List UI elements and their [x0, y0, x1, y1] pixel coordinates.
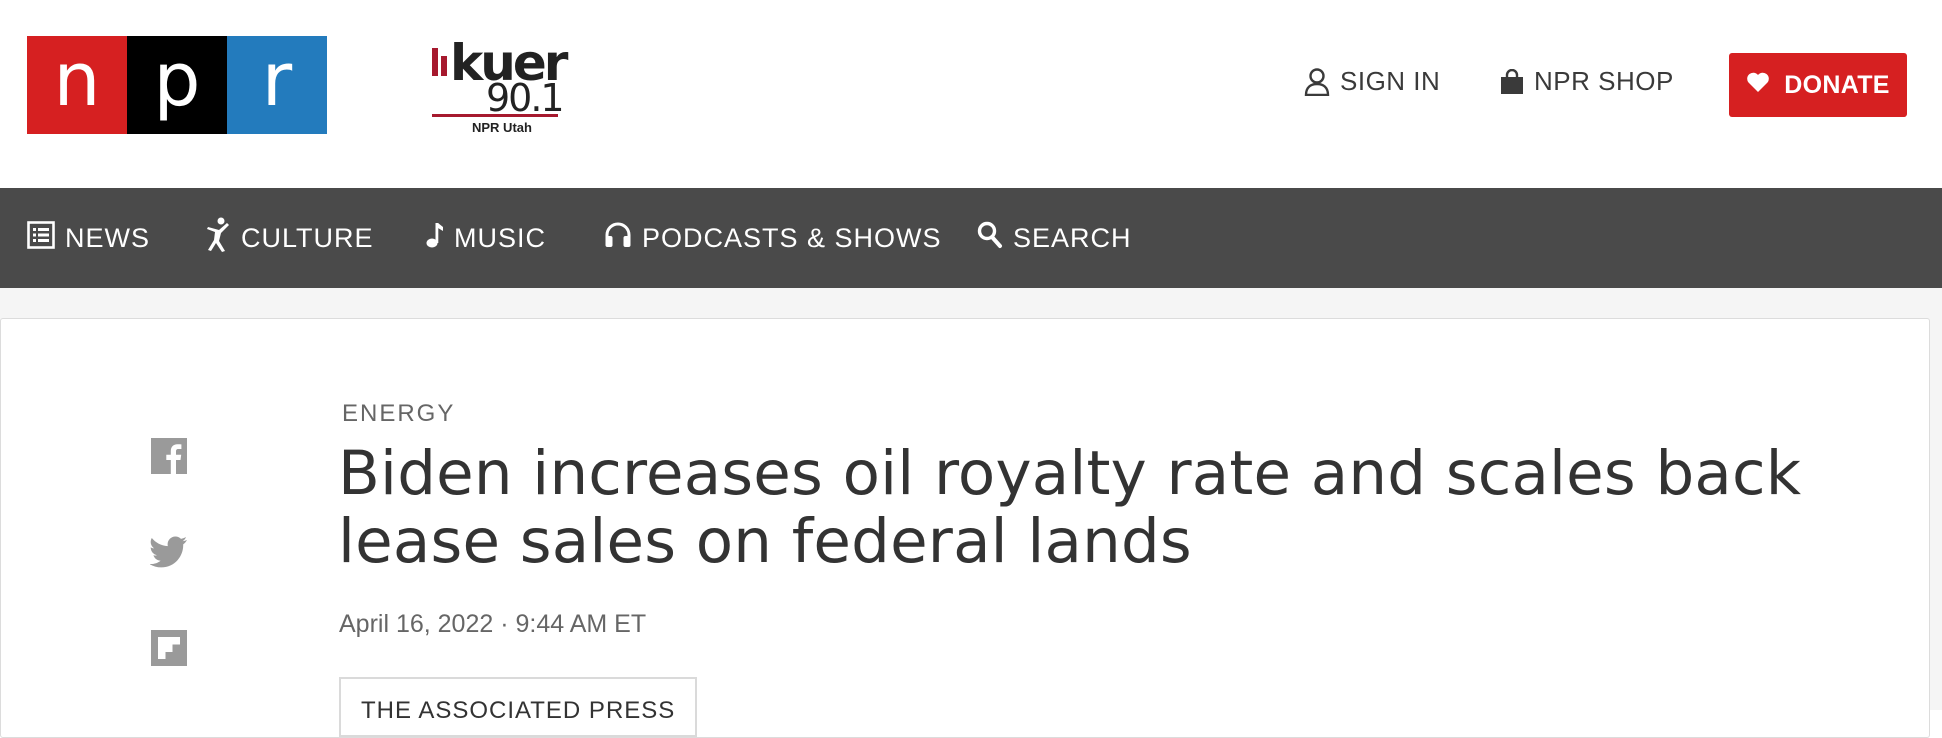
news-list-icon	[27, 220, 55, 256]
npr-logo-p: p	[127, 36, 227, 134]
nav-item-label: MUSIC	[454, 222, 546, 253]
nav-item-culture[interactable]: CULTURE	[205, 188, 374, 288]
nav-item-label: PODCASTS & SHOWS	[642, 222, 942, 253]
primary-nav: NEWS CULTURE MUSIC PODCASTS & SHOWS SEAR…	[0, 188, 1942, 288]
npr-logo-r: r	[227, 36, 327, 134]
heart-icon	[1746, 71, 1770, 100]
article-byline: THE ASSOCIATED PRESS	[339, 677, 698, 737]
dancer-icon	[205, 217, 231, 260]
station-logo-tagline: NPR Utah	[472, 120, 532, 135]
sign-in-label: SIGN IN	[1340, 66, 1441, 96]
twitter-icon	[149, 536, 188, 573]
flipboard-icon	[151, 629, 187, 671]
npr-shop-link[interactable]: NPR SHOP	[1500, 66, 1674, 97]
npr-logo-n: n	[27, 36, 127, 134]
nav-item-label: NEWS	[65, 222, 150, 253]
search-icon	[977, 221, 1003, 256]
npr-logo[interactable]: n p r	[27, 36, 327, 134]
station-logo-rule	[432, 114, 558, 117]
nav-item-music[interactable]: MUSIC	[426, 188, 546, 288]
headphones-icon	[604, 221, 632, 256]
nav-item-news[interactable]: NEWS	[27, 188, 150, 288]
nav-item-podcasts-shows[interactable]: PODCASTS & SHOWS	[604, 188, 942, 288]
station-logo[interactable]: kuer 90.1 NPR Utah	[428, 34, 578, 138]
user-icon	[1304, 67, 1330, 96]
nav-item-search[interactable]: SEARCH	[977, 188, 1132, 288]
shopping-bag-icon	[1500, 68, 1524, 95]
donate-label: DONATE	[1784, 70, 1890, 99]
share-flipboard-button[interactable]	[150, 629, 188, 671]
nav-item-label: CULTURE	[241, 222, 374, 253]
facebook-icon	[151, 437, 187, 479]
nav-item-label: SEARCH	[1013, 222, 1132, 253]
article-slug[interactable]: ENERGY	[342, 400, 455, 428]
sign-in-link[interactable]: SIGN IN	[1304, 66, 1440, 97]
article-dateline: April 16, 2022 · 9:44 AM ET	[339, 610, 647, 638]
article-headline: Biden increases oil royalty rate and sca…	[338, 438, 1802, 577]
share-twitter-button[interactable]	[149, 535, 188, 573]
site-header: n p r kuer 90.1 NPR Utah SIGN IN NPR SHO…	[0, 0, 1942, 188]
share-facebook-button[interactable]	[150, 437, 188, 479]
music-note-icon	[426, 221, 444, 256]
npr-shop-label: NPR SHOP	[1534, 66, 1674, 96]
donate-button[interactable]: DONATE	[1729, 53, 1907, 117]
